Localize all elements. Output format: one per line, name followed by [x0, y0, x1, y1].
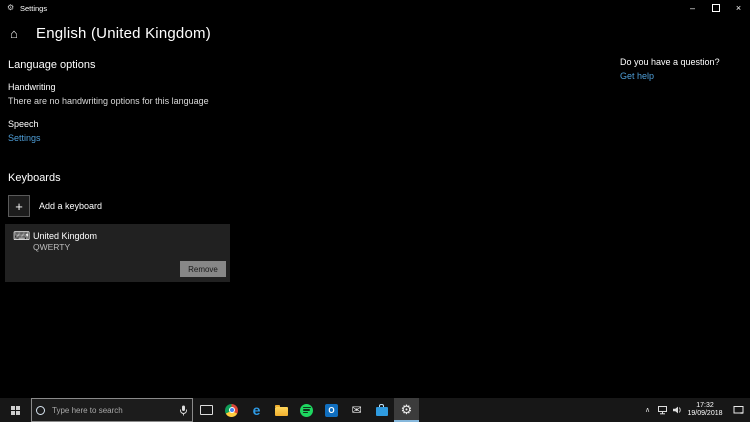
add-keyboard-label: Add a keyboard — [39, 201, 102, 211]
task-view-icon — [200, 405, 213, 415]
system-tray: ∧ — [641, 398, 684, 422]
cortana-icon — [36, 406, 45, 415]
volume-icon — [672, 405, 683, 415]
taskbar: e O ✉ ⚙ ∧ — [0, 398, 750, 422]
tray-overflow-button[interactable]: ∧ — [641, 398, 654, 422]
edge-icon: e — [253, 403, 261, 417]
taskbar-app-edge[interactable]: e — [244, 398, 269, 422]
speech-label: Speech — [8, 119, 39, 129]
chevron-up-icon: ∧ — [645, 406, 650, 414]
volume-tray-button[interactable] — [671, 398, 684, 422]
add-keyboard-button[interactable]: + Add a keyboard — [8, 193, 230, 219]
start-button[interactable] — [0, 398, 31, 422]
keyboards-heading: Keyboards — [8, 172, 61, 184]
speech-settings-link[interactable]: Settings — [8, 133, 41, 143]
search-input[interactable] — [50, 405, 179, 416]
home-icon[interactable]: ⌂ — [10, 26, 18, 41]
page-title: English (United Kingdom) — [36, 25, 211, 42]
file-explorer-icon — [275, 407, 288, 416]
store-icon — [376, 407, 388, 416]
plus-icon: + — [8, 195, 30, 217]
clock-date: 19/09/2018 — [687, 410, 722, 419]
taskbar-search[interactable] — [31, 398, 193, 422]
taskbar-app-store[interactable] — [369, 398, 394, 422]
clock-time: 17:32 — [696, 402, 714, 411]
chrome-icon — [225, 404, 238, 417]
outlook-icon: O — [325, 404, 338, 417]
keyboard-name: United Kingdom — [33, 231, 97, 241]
taskbar-app-spotify[interactable] — [294, 398, 319, 422]
settings-window: ⚙ Settings – × ⌂ English (United Kingdom… — [0, 0, 750, 422]
network-icon — [657, 405, 668, 415]
language-options-heading: Language options — [8, 59, 95, 71]
taskbar-app-outlook[interactable]: O — [319, 398, 344, 422]
taskbar-clock[interactable]: 17:32 19/09/2018 — [684, 398, 726, 422]
windows-logo-icon — [11, 406, 20, 415]
mail-icon: ✉ — [351, 404, 361, 417]
close-button[interactable]: × — [727, 0, 750, 16]
maximize-icon — [712, 4, 720, 12]
task-view-button[interactable] — [193, 398, 219, 422]
action-center-icon — [733, 405, 744, 415]
taskbar-app-settings[interactable]: ⚙ — [394, 398, 419, 422]
window-controls: – × — [681, 0, 750, 16]
maximize-button[interactable] — [704, 0, 727, 16]
network-tray-button[interactable] — [656, 398, 669, 422]
keyboard-list-item[interactable]: ⌨ United Kingdom QWERTY Remove — [5, 224, 230, 282]
minimize-button[interactable]: – — [681, 0, 704, 16]
taskbar-app-mail[interactable]: ✉ — [344, 398, 369, 422]
remove-keyboard-button[interactable]: Remove — [180, 261, 226, 277]
help-question: Do you have a question? — [620, 57, 720, 67]
taskbar-app-chrome[interactable] — [219, 398, 244, 422]
get-help-link[interactable]: Get help — [620, 71, 654, 81]
action-center-button[interactable] — [726, 398, 750, 422]
spotify-icon — [300, 404, 313, 417]
app-gear-icon: ⚙ — [7, 3, 14, 13]
keyboard-icon: ⌨ — [13, 229, 30, 243]
taskbar-app-file-explorer[interactable] — [269, 398, 294, 422]
keyboard-layout: QWERTY — [33, 242, 70, 252]
handwriting-label: Handwriting — [8, 82, 56, 92]
window-title: Settings — [20, 4, 47, 13]
taskbar-spacer — [419, 398, 641, 422]
titlebar: ⚙ Settings – × — [0, 0, 750, 16]
microphone-icon[interactable] — [179, 405, 188, 416]
settings-gear-icon: ⚙ — [401, 403, 413, 417]
handwriting-status: There are no handwriting options for thi… — [8, 96, 209, 106]
